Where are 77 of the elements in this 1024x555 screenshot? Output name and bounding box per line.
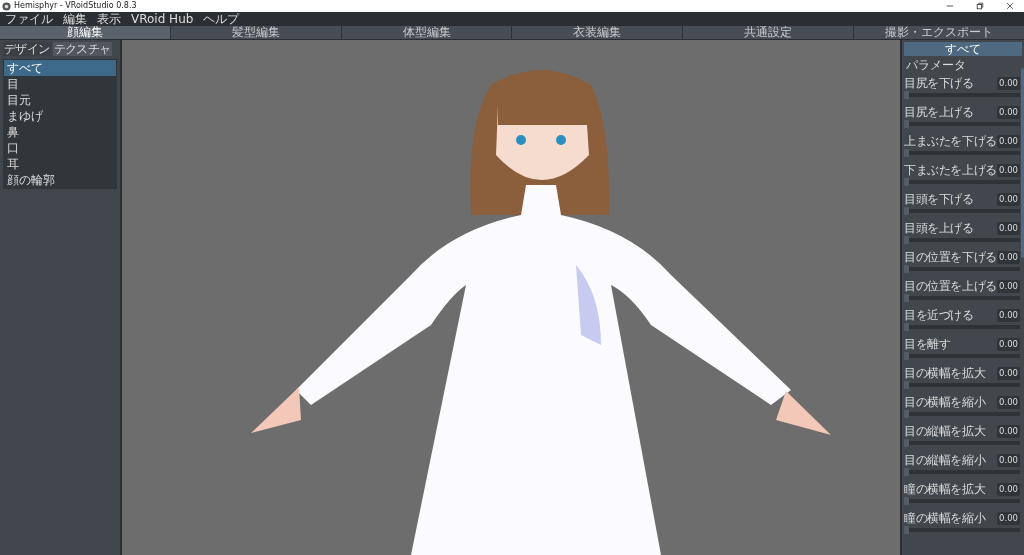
slider-label: 目の横幅を縮小 bbox=[904, 395, 986, 409]
slider-label: 目尻を下げる bbox=[904, 76, 974, 90]
menu-item[interactable]: ヘルプ bbox=[203, 12, 240, 26]
slider-label: 目頭を下げる bbox=[904, 192, 974, 206]
slider-thumb[interactable] bbox=[904, 497, 909, 505]
category-item[interactable]: まゆげ bbox=[4, 108, 116, 124]
slider-thumb[interactable] bbox=[904, 294, 909, 302]
slider-thumb[interactable] bbox=[904, 468, 909, 476]
menu-item[interactable]: VRoid Hub bbox=[131, 12, 194, 26]
value-field[interactable]: 0.00 bbox=[997, 308, 1020, 322]
editor-tab[interactable]: 顔編集 bbox=[0, 26, 170, 40]
panel-tab[interactable]: テクスチャ bbox=[52, 42, 112, 56]
menu-item[interactable]: 編集 bbox=[63, 12, 87, 26]
value-field[interactable]: 0.00 bbox=[997, 482, 1020, 496]
scrollbar[interactable] bbox=[1021, 68, 1024, 258]
value-field[interactable]: 0.00 bbox=[997, 366, 1020, 380]
value-field[interactable]: 0.00 bbox=[997, 279, 1020, 293]
value-field[interactable]: 0.00 bbox=[997, 424, 1020, 438]
slider-thumb[interactable] bbox=[904, 265, 909, 273]
slider-label: 下まぶたを上げる bbox=[904, 163, 997, 177]
value-field[interactable]: 0.00 bbox=[997, 453, 1020, 467]
slider-thumb[interactable] bbox=[904, 381, 909, 389]
editor-tab[interactable]: 体型編集 bbox=[341, 26, 512, 40]
slider-thumb[interactable] bbox=[904, 526, 909, 534]
value-field[interactable]: 0.00 bbox=[997, 395, 1020, 409]
value-field[interactable]: 0.00 bbox=[997, 192, 1020, 206]
value-field[interactable]: 0.00 bbox=[997, 511, 1020, 525]
slider-label: 目頭を上げる bbox=[904, 221, 974, 235]
slider-label: 目尻を上げる bbox=[904, 105, 974, 119]
menu-item[interactable]: 表示 bbox=[97, 12, 121, 26]
panel-header: すべて bbox=[904, 42, 1022, 56]
category-item[interactable]: 目元 bbox=[4, 92, 116, 108]
app-logo-icon bbox=[2, 1, 11, 11]
slider-thumb[interactable] bbox=[904, 178, 909, 186]
slider-label: 目を離す bbox=[904, 337, 951, 351]
value-field[interactable]: 0.00 bbox=[997, 163, 1020, 177]
editor-tab[interactable]: 共通設定 bbox=[683, 26, 854, 40]
category-item[interactable]: 鼻 bbox=[4, 124, 116, 140]
slider-thumb[interactable] bbox=[904, 149, 909, 157]
category-item[interactable]: 耳 bbox=[4, 156, 116, 172]
value-field[interactable]: 0.00 bbox=[997, 250, 1020, 264]
close-icon[interactable] bbox=[1006, 2, 1014, 10]
restore-icon[interactable] bbox=[976, 2, 984, 10]
menu-item[interactable]: ファイル bbox=[5, 12, 53, 26]
value-field[interactable]: 0.00 bbox=[997, 76, 1020, 90]
category-item[interactable]: 顔の輪郭 bbox=[4, 172, 116, 188]
section-title: パラメータ bbox=[905, 57, 967, 72]
slider-thumb[interactable] bbox=[904, 236, 909, 244]
panel-tab[interactable]: デザイン bbox=[3, 42, 51, 56]
editor-tab[interactable]: 撮影・エクスポート bbox=[854, 26, 1024, 40]
slider-label: 目を近づける bbox=[904, 308, 974, 322]
slider-label: 目の縦幅を拡大 bbox=[904, 424, 986, 438]
editor-tab[interactable]: 髪型編集 bbox=[170, 26, 341, 40]
slider-label: 瞳の横幅を拡大 bbox=[904, 482, 986, 496]
slider-thumb[interactable] bbox=[904, 207, 909, 215]
slider-thumb[interactable] bbox=[904, 352, 909, 360]
category-item[interactable]: すべて bbox=[4, 60, 116, 76]
slider-thumb[interactable] bbox=[904, 323, 909, 331]
window-title: Hemisphyr - VRoidStudio 0.8.3 bbox=[14, 1, 137, 11]
slider-thumb[interactable] bbox=[904, 91, 909, 99]
value-field[interactable]: 0.00 bbox=[997, 105, 1020, 119]
value-field[interactable]: 0.00 bbox=[997, 221, 1020, 235]
minimize-icon[interactable] bbox=[946, 2, 954, 10]
slider-label: 瞳の横幅を縮小 bbox=[904, 511, 986, 525]
slider-thumb[interactable] bbox=[904, 439, 909, 447]
editor-tab[interactable]: 衣装編集 bbox=[512, 26, 683, 40]
value-field[interactable]: 0.00 bbox=[997, 134, 1020, 148]
slider-label: 目の縦幅を縮小 bbox=[904, 453, 986, 467]
slider-label: 目の位置を上げる bbox=[904, 279, 997, 293]
category-item[interactable]: 目 bbox=[4, 76, 116, 92]
category-item[interactable]: 口 bbox=[4, 140, 116, 156]
slider-thumb[interactable] bbox=[904, 410, 909, 418]
slider-label: 目の横幅を拡大 bbox=[904, 366, 986, 380]
slider-thumb[interactable] bbox=[904, 120, 909, 128]
slider-label: 目の位置を下げる bbox=[904, 250, 997, 264]
slider-label: 上まぶたを下げる bbox=[904, 134, 997, 148]
value-field[interactable]: 0.00 bbox=[997, 337, 1020, 351]
